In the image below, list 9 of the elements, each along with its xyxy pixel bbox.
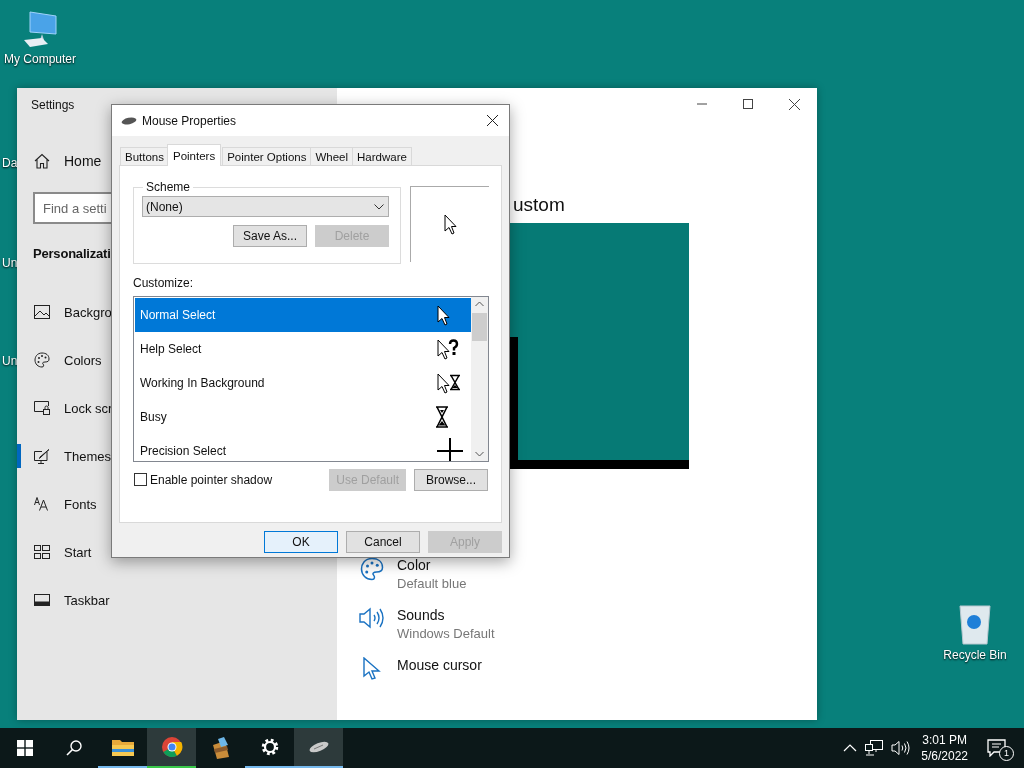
page-heading: ustom	[513, 193, 565, 217]
group-label: Scheme	[145, 180, 192, 194]
section-heading: Personalizati	[33, 245, 111, 263]
dialog-title: Mouse Properties	[142, 113, 238, 128]
option-subtitle: Default blue	[397, 575, 467, 593]
notification-badge: 1	[999, 746, 1014, 761]
list-label: Customize:	[133, 276, 195, 290]
window-title: Settings	[31, 97, 75, 113]
option-subtitle: Windows Default	[397, 625, 495, 643]
